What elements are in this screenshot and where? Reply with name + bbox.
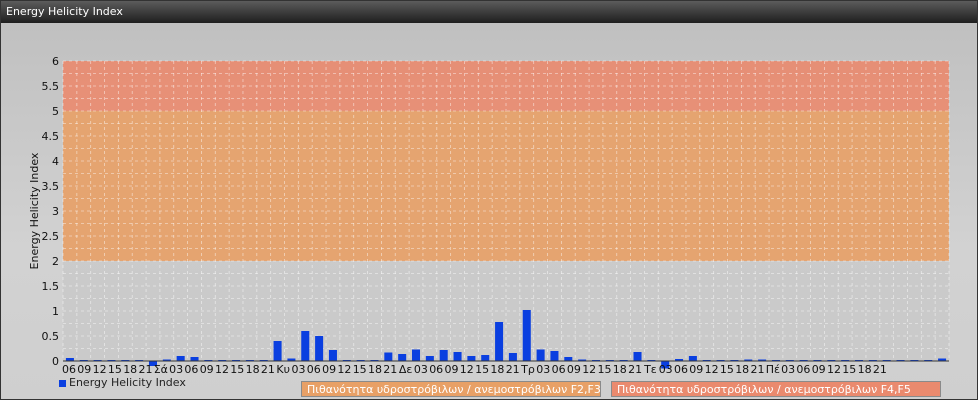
bar: [564, 357, 573, 361]
bar: [273, 341, 282, 361]
y-tick-label: 4: [52, 155, 59, 168]
x-tick-label: 06: [307, 363, 321, 376]
x-tick-label: 15: [475, 363, 489, 376]
legend-series-swatch: [59, 379, 66, 387]
x-tick-label: Τε: [643, 363, 657, 376]
x-tick-label: 15: [108, 363, 122, 376]
y-tick-label: 2: [52, 255, 59, 268]
chart-panel: Energy Helicity Index 0 0.5 1 1.5 2 2.5 3 3.5 4 4…: [0, 0, 978, 400]
x-tick-label: 06: [674, 363, 688, 376]
bar: [328, 350, 337, 361]
bar: [481, 355, 490, 361]
x-tick-label: 21: [873, 363, 887, 376]
x-tick-label: Σά: [154, 363, 168, 376]
bar: [398, 354, 407, 361]
x-tick-label: 12: [705, 363, 719, 376]
legend-band-f2f3[interactable]: Πιθανότητα υδροστρόβιλων / ανεμοστρόβιλω…: [301, 381, 601, 397]
x-tick-label: 15: [842, 363, 856, 376]
bar: [176, 356, 185, 361]
y-tick-label: 0: [52, 355, 59, 368]
x-tick-label: 12: [582, 363, 596, 376]
x-tick-label: 15: [598, 363, 612, 376]
bar: [550, 351, 559, 361]
x-tick-label: 03: [536, 363, 550, 376]
x-tick-label: 12: [215, 363, 229, 376]
x-tick-label: 21: [261, 363, 275, 376]
legend-band-f4f5[interactable]: Πιθανότητα υδροστρόβιλων / ανεμοστρόβιλω…: [611, 381, 941, 397]
x-tick-label: 21: [751, 363, 765, 376]
bar: [536, 349, 545, 361]
x-tick-label: 18: [123, 363, 137, 376]
x-tick-label: 09: [567, 363, 581, 376]
x-tick-label: Πέ: [766, 363, 780, 376]
y-tick-label: 0.5: [42, 330, 60, 343]
bar: [522, 310, 531, 361]
legend-series-label: Energy Helicity Index: [69, 376, 186, 389]
x-tick-label: 03: [414, 363, 428, 376]
x-tick-label: 12: [337, 363, 351, 376]
x-tick-label: 06: [184, 363, 198, 376]
y-tick-label: 5: [52, 105, 59, 118]
x-tick-label: Τρ: [520, 363, 535, 376]
x-tick-label: 18: [368, 363, 382, 376]
x-tick-label: 12: [93, 363, 107, 376]
x-tick-label: 18: [246, 363, 260, 376]
bar: [384, 352, 393, 361]
y-tick-label: 6: [52, 55, 59, 68]
x-tick-label: 06: [552, 363, 566, 376]
x-tick-label: 09: [77, 363, 91, 376]
x-tick-label: 06: [796, 363, 810, 376]
legend-series-item[interactable]: Energy Helicity Index: [59, 376, 186, 390]
bar: [301, 331, 310, 361]
x-tick-label: 03: [292, 363, 306, 376]
bar: [412, 349, 421, 361]
bar: [467, 356, 476, 361]
y-tick-label: 1: [52, 305, 59, 318]
y-tick-label: 3.5: [42, 180, 60, 193]
bar: [633, 352, 642, 361]
x-tick-label: 15: [353, 363, 367, 376]
bar: [425, 356, 434, 361]
x-tick-label: 18: [735, 363, 749, 376]
x-tick-label: 12: [460, 363, 474, 376]
y-tick-label: 3: [52, 205, 59, 218]
x-tick-label: 03: [659, 363, 673, 376]
x-tick-label: Δε: [399, 363, 413, 376]
x-tick-label: 09: [200, 363, 214, 376]
x-tick-label: 09: [689, 363, 703, 376]
x-tick-label: 18: [858, 363, 872, 376]
y-tick-label: 1.5: [42, 280, 60, 293]
x-tick-label: Κυ: [276, 363, 290, 376]
bar: [190, 357, 199, 361]
x-tick-label: 21: [506, 363, 520, 376]
x-tick-label: 09: [322, 363, 336, 376]
x-tick-label: 18: [490, 363, 504, 376]
bar: [315, 336, 324, 361]
bar: [508, 353, 517, 361]
x-tick-label: 03: [781, 363, 795, 376]
y-tick-label: 4.5: [42, 130, 60, 143]
y-axis-label: Energy Helicity Index: [28, 152, 41, 269]
y-tick-label: 5.5: [42, 80, 60, 93]
x-tick-label: 09: [812, 363, 826, 376]
x-tick-label: 21: [383, 363, 397, 376]
x-tick-label: 09: [445, 363, 459, 376]
x-tick-label: 12: [827, 363, 841, 376]
bar: [495, 322, 504, 361]
bar: [453, 352, 462, 361]
x-tick-label: 03: [169, 363, 183, 376]
x-tick-label: 06: [62, 363, 76, 376]
x-tick-label: 21: [628, 363, 642, 376]
bar: [439, 350, 448, 361]
bar: [688, 356, 697, 361]
x-tick-label: 15: [720, 363, 734, 376]
x-tick-label: 18: [613, 363, 627, 376]
x-tick-label: 06: [429, 363, 443, 376]
x-tick-label: 21: [139, 363, 153, 376]
energy-helicity-chart: 0 0.5 1 1.5 2 2.5 3 3.5 4 4.5 5 5.5 6 Energy Helicity…: [28, 55, 950, 376]
y-tick-label: 2.5: [42, 230, 60, 243]
x-tick-label: 15: [230, 363, 244, 376]
